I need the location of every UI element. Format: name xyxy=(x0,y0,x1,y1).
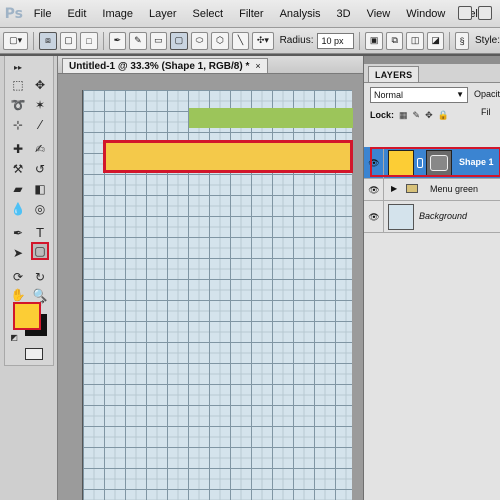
blend-mode-select[interactable]: Normal ▼ xyxy=(370,87,468,103)
layer-name: Background xyxy=(419,211,468,221)
crop-tool-icon[interactable]: ⊹ xyxy=(9,116,27,134)
add-to-shape-icon[interactable]: ⧉ xyxy=(385,31,404,50)
paths-icon[interactable]: ▢ xyxy=(59,31,78,50)
tools-panel: ▸▸ ⬚ ✥ ➰ ✶ ⊹ ⁄ ✚ ✍ ⚒ ↺ ▰ ◧ 💧 ◎ ✒ T ➤ ▢ ⟳… xyxy=(4,56,54,366)
intersect-shape-icon[interactable]: ◪ xyxy=(426,31,445,50)
history-brush-icon[interactable]: ↺ xyxy=(31,160,49,178)
menu-file[interactable]: File xyxy=(34,8,52,20)
lock-position-icon[interactable]: ✥ xyxy=(425,110,433,121)
blend-mode-value: Normal xyxy=(374,90,404,100)
radius-input[interactable]: 10 px xyxy=(317,32,355,49)
shape-layers-icon[interactable]: ⧈ xyxy=(39,31,57,50)
menu-layer[interactable]: Layer xyxy=(149,8,177,20)
expand-arrow-icon[interactable]: ▶ xyxy=(391,184,397,193)
document-tab[interactable]: Untitled-1 @ 33.3% (Shape 1, RGB/8) * × xyxy=(62,58,268,73)
menu-edit[interactable]: Edit xyxy=(67,8,86,20)
lock-all-icon[interactable]: 🔒 xyxy=(438,110,449,121)
3d-orbit-icon[interactable]: ↻ xyxy=(31,268,49,286)
clone-stamp-icon[interactable]: ⚒ xyxy=(9,160,27,178)
tool-preset-icon[interactable]: ▢▾ xyxy=(3,31,29,50)
custom-shape-icon[interactable]: ✣▾ xyxy=(252,31,274,50)
menu-bar: Ps File Edit Image Layer Select Filter A… xyxy=(0,0,500,28)
3d-rotate-icon[interactable]: ⟳ xyxy=(9,268,27,286)
radius-label: Radius: xyxy=(279,35,314,46)
workspace-icon[interactable] xyxy=(458,6,472,20)
options-divider xyxy=(449,31,451,50)
rounded-rectangle-tool-icon[interactable]: ▢ xyxy=(31,242,49,260)
eye-icon[interactable]: 👁 xyxy=(368,211,380,223)
close-icon[interactable]: × xyxy=(255,61,260,71)
eraser-tool-icon[interactable]: ▰ xyxy=(9,180,27,198)
document-area: Untitled-1 @ 33.3% (Shape 1, RGB/8) * × xyxy=(58,56,363,500)
dodge-tool-icon[interactable]: ◎ xyxy=(31,200,49,218)
options-divider xyxy=(102,31,104,50)
menu-image[interactable]: Image xyxy=(102,8,133,20)
quick-mask-icon[interactable] xyxy=(25,348,43,360)
layer-name: Menu green xyxy=(430,184,479,194)
move-tool-icon[interactable]: ✥ xyxy=(31,76,49,94)
gradient-tool-icon[interactable]: ◧ xyxy=(31,180,49,198)
layer-row-shape-1[interactable]: 👁 Shape 1 xyxy=(364,147,500,179)
menu-select[interactable]: Select xyxy=(193,8,224,20)
menu-window[interactable]: Window xyxy=(406,8,445,20)
options-divider xyxy=(33,31,35,50)
layers-body: Normal ▼ Opacity Lock: ▦ ✎ ✥ 🔒 Fil 👁 Sha… xyxy=(364,82,500,500)
active-layer-highlight xyxy=(370,147,500,177)
layers-panel: LAYERS Normal ▼ Opacity Lock: ▦ ✎ ✥ 🔒 Fi… xyxy=(363,56,500,500)
pen-tool-icon[interactable]: ✒ xyxy=(9,224,27,242)
marquee-tool-icon[interactable]: ⬚ xyxy=(9,76,27,94)
style-label: Style: xyxy=(475,35,500,46)
layer-thumbnail xyxy=(388,204,414,230)
fill-label: Fil xyxy=(481,107,491,117)
lock-label: Lock: xyxy=(370,110,395,120)
menu-view[interactable]: View xyxy=(367,8,391,20)
path-selection-icon[interactable]: ➤ xyxy=(9,244,27,262)
rectangle-tool-icon[interactable]: ▭ xyxy=(149,31,168,50)
ellipse-tool-icon[interactable]: ⬭ xyxy=(190,31,209,50)
line-tool-icon[interactable]: ╲ xyxy=(231,31,250,50)
shape-1-rectangle xyxy=(103,140,353,173)
canvas[interactable] xyxy=(82,90,353,500)
menu-green-shape xyxy=(189,108,353,128)
brush-tool-icon[interactable]: ✍ xyxy=(31,140,49,158)
layers-tab[interactable]: LAYERS xyxy=(368,66,420,82)
foreground-color-swatch[interactable] xyxy=(13,302,41,330)
polygon-tool-icon[interactable]: ⬡ xyxy=(211,31,229,50)
lock-transparent-icon[interactable]: ▦ xyxy=(399,110,408,121)
new-shape-layer-icon[interactable]: ▣ xyxy=(365,31,383,50)
rounded-rectangle-tool-icon[interactable]: ▢ xyxy=(170,31,188,50)
eyedropper-tool-icon[interactable]: ⁄ xyxy=(31,116,49,134)
opacity-label: Opacity xyxy=(474,89,500,99)
blur-tool-icon[interactable]: 💧 xyxy=(9,200,27,218)
fill-pixels-icon[interactable]: □ xyxy=(80,31,98,50)
document-tab-bar: Untitled-1 @ 33.3% (Shape 1, RGB/8) * × xyxy=(58,56,363,74)
lasso-tool-icon[interactable]: ➰ xyxy=(9,96,27,114)
toolbox: ▸▸ ⬚ ✥ ➰ ✶ ⊹ ⁄ ✚ ✍ ⚒ ↺ ▰ ◧ 💧 ◎ ✒ T ➤ ▢ ⟳… xyxy=(0,56,58,500)
panel-header-strip xyxy=(364,56,500,64)
subtract-shape-icon[interactable]: ◫ xyxy=(406,31,424,50)
healing-brush-icon[interactable]: ✚ xyxy=(9,140,27,158)
freeform-pen-icon[interactable]: ✎ xyxy=(129,31,147,50)
chevron-down-icon: ▼ xyxy=(456,90,464,99)
photoshop-logo: Ps xyxy=(4,5,24,22)
type-tool-icon[interactable]: T xyxy=(31,224,49,242)
default-colors-icon[interactable]: ◩ xyxy=(9,332,19,342)
collapse-icon[interactable]: ▸▸ xyxy=(9,58,27,76)
folder-icon xyxy=(406,184,418,193)
layer-row-background[interactable]: 👁 Background xyxy=(364,201,500,233)
menu-filter[interactable]: Filter xyxy=(239,8,263,20)
eye-icon[interactable]: 👁 xyxy=(368,184,380,196)
layer-row-menu-green[interactable]: 👁 ▶ Menu green xyxy=(364,179,500,201)
document-title: Untitled-1 @ 33.3% (Shape 1, RGB/8) * xyxy=(69,60,250,72)
pen-tool-icon[interactable]: ✒ xyxy=(108,31,127,50)
link-icon[interactable]: § xyxy=(455,31,469,50)
menu-3d[interactable]: 3D xyxy=(337,8,351,20)
menu-analysis[interactable]: Analysis xyxy=(280,8,321,20)
zoom-icon[interactable] xyxy=(478,6,492,20)
quick-selection-icon[interactable]: ✶ xyxy=(31,96,49,114)
lock-pixels-icon[interactable]: ✎ xyxy=(413,110,421,121)
options-divider xyxy=(359,31,361,50)
options-bar: ▢▾ ⧈ ▢ □ ✒ ✎ ▭ ▢ ⬭ ⬡ ╲ ✣▾ Radius: 10 px … xyxy=(0,28,500,54)
